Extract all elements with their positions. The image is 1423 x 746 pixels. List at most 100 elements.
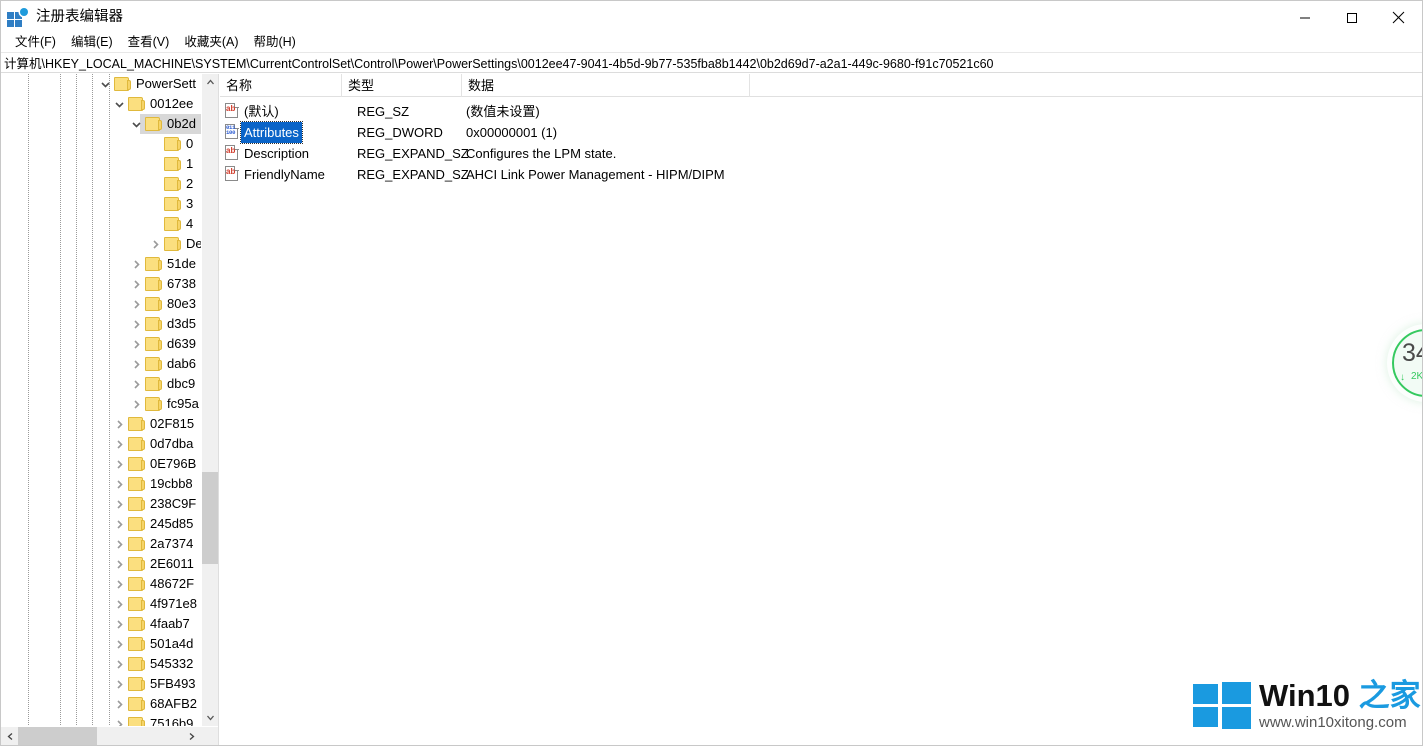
menu-item-edit[interactable]: 编辑(E) — [64, 33, 121, 51]
chevron-right-icon[interactable] — [111, 456, 127, 472]
chevron-right-icon[interactable] — [111, 696, 127, 712]
tree-node[interactable]: 501a4d — [1, 634, 202, 654]
tree-node-label: 6738 — [167, 276, 196, 291]
values-list-pane[interactable]: 名称 类型 数据 ab (默认) REG_SZ (数值未设置) 011 100 Attrib… — [220, 74, 1422, 745]
tree-node[interactable]: 4 — [1, 214, 202, 234]
registry-tree[interactable]: PowerSett 0012ee 0b2d 0 1 2 3 4 De 51de 6738 80e3 d3… — [1, 74, 202, 726]
chevron-right-icon[interactable] — [111, 516, 127, 532]
scroll-right-button[interactable] — [182, 727, 200, 745]
tree-node[interactable]: 6738 — [1, 274, 202, 294]
value-name[interactable]: Attributes — [240, 121, 303, 144]
tree-node[interactable]: dab6 — [1, 354, 202, 374]
chevron-down-icon[interactable] — [111, 96, 127, 112]
menu-item-view[interactable]: 查看(V) — [121, 33, 178, 51]
close-button[interactable] — [1375, 1, 1422, 34]
watermark-text: Win10 之家 www.win10xitong.com — [1259, 679, 1421, 733]
scroll-down-button[interactable] — [202, 709, 219, 726]
tree-node[interactable]: 245d85 — [1, 514, 202, 534]
value-row[interactable]: ab FriendlyName REG_EXPAND_SZ AHCI Link Pow… — [220, 164, 1422, 185]
tree-node[interactable]: 545332 — [1, 654, 202, 674]
menu-item-file[interactable]: 文件(F) — [8, 33, 64, 51]
column-header-type[interactable]: 类型 — [342, 74, 462, 97]
tree-node[interactable]: De — [1, 234, 202, 254]
chevron-right-icon[interactable] — [111, 536, 127, 552]
chevron-right-icon[interactable] — [111, 496, 127, 512]
value-name[interactable]: (默认) — [244, 101, 279, 122]
tree-node[interactable]: 2E6011 — [1, 554, 202, 574]
tree-node[interactable]: 0b2d — [1, 114, 202, 134]
tree-node[interactable]: 51de — [1, 254, 202, 274]
tree-node[interactable]: d3d5 — [1, 314, 202, 334]
maximize-button[interactable] — [1328, 1, 1375, 34]
chevron-right-icon[interactable] — [111, 676, 127, 692]
value-row[interactable]: ab Description REG_EXPAND_SZ Configures the… — [220, 143, 1422, 164]
tree-node[interactable]: PowerSett — [1, 74, 202, 94]
tree-node[interactable]: 80e3 — [1, 294, 202, 314]
chevron-right-icon[interactable] — [128, 356, 144, 372]
tree-node[interactable]: d639 — [1, 334, 202, 354]
tree-horizontal-scrollbar[interactable] — [1, 726, 218, 745]
address-bar[interactable]: 计算机\HKEY_LOCAL_MACHINE\SYSTEM\CurrentCon… — [1, 52, 1422, 73]
column-header-data[interactable]: 数据 — [462, 74, 750, 97]
tree-node[interactable]: 3 — [1, 194, 202, 214]
chevron-right-icon[interactable] — [111, 416, 127, 432]
value-data: 0x00000001 (1) — [466, 125, 558, 140]
tree-node[interactable]: 0d7dba — [1, 434, 202, 454]
tree-node[interactable]: 4faab7 — [1, 614, 202, 634]
menu-item-help[interactable]: 帮助(H) — [246, 33, 303, 51]
chevron-right-icon[interactable] — [111, 656, 127, 672]
tree-node[interactable]: 1 — [1, 154, 202, 174]
tree-vertical-scrollbar[interactable] — [201, 74, 219, 726]
value-name[interactable]: Description — [244, 143, 309, 164]
tree-node-label: 1 — [186, 156, 194, 171]
tree-node[interactable]: 4f971e8 — [1, 594, 202, 614]
tree-node[interactable]: 68AFB2 — [1, 694, 202, 714]
minimize-button[interactable] — [1281, 1, 1328, 34]
chevron-right-icon[interactable] — [111, 436, 127, 452]
chevron-right-icon[interactable] — [128, 296, 144, 312]
registry-tree-pane[interactable]: PowerSett 0012ee 0b2d 0 1 2 3 4 De 51de 6738 80e3 d3… — [1, 74, 218, 726]
tree-node[interactable]: dbc9 — [1, 374, 202, 394]
chevron-right-icon[interactable] — [111, 716, 127, 726]
tree-node[interactable]: 0E796B — [1, 454, 202, 474]
chevron-right-icon[interactable] — [128, 396, 144, 412]
value-row[interactable]: 011 100 Attributes REG_DWORD 0x00000001 (1) — [220, 121, 1422, 144]
tree-node[interactable]: 19cbb8 — [1, 474, 202, 494]
tree-node[interactable]: 0012ee — [1, 94, 202, 114]
tree-vertical-scroll-thumb[interactable] — [202, 472, 219, 564]
chevron-right-icon[interactable] — [128, 376, 144, 392]
chevron-right-icon[interactable] — [128, 336, 144, 352]
chevron-right-icon[interactable] — [111, 616, 127, 632]
chevron-right-icon[interactable] — [147, 236, 163, 252]
chevron-right-icon[interactable] — [111, 636, 127, 652]
value-name[interactable]: FriendlyName — [244, 164, 325, 185]
chevron-right-icon[interactable] — [128, 276, 144, 292]
chevron-down-icon[interactable] — [97, 76, 113, 92]
column-header-name[interactable]: 名称 — [220, 74, 342, 97]
tree-node[interactable]: 2a7374 — [1, 534, 202, 554]
value-row[interactable]: ab (默认) REG_SZ (数值未设置) — [220, 101, 1422, 122]
folder-icon — [145, 397, 162, 411]
tree-node[interactable]: 7516b9 — [1, 714, 202, 726]
chevron-right-icon[interactable] — [111, 576, 127, 592]
chevron-right-icon[interactable] — [128, 256, 144, 272]
tree-node[interactable]: 02F815 — [1, 414, 202, 434]
scroll-left-button[interactable] — [1, 727, 19, 745]
chevron-down-icon[interactable] — [128, 116, 144, 132]
menu-item-favorites[interactable]: 收藏夹(A) — [177, 33, 246, 51]
scroll-up-button[interactable] — [202, 74, 219, 91]
tree-horizontal-scroll-thumb[interactable] — [18, 727, 97, 745]
chevron-right-icon[interactable] — [128, 316, 144, 332]
chevron-right-icon[interactable] — [111, 556, 127, 572]
folder-icon — [164, 157, 181, 171]
tree-node[interactable]: 2 — [1, 174, 202, 194]
title-bar: 注册表编辑器 — [1, 1, 1422, 34]
tree-node[interactable]: 238C9F — [1, 494, 202, 514]
tree-node[interactable]: 5FB493 — [1, 674, 202, 694]
chevron-right-icon[interactable] — [111, 476, 127, 492]
tree-node[interactable]: 48672F — [1, 574, 202, 594]
registry-path[interactable]: 计算机\HKEY_LOCAL_MACHINE\SYSTEM\CurrentCon… — [1, 53, 993, 72]
tree-node[interactable]: fc95a — [1, 394, 202, 414]
tree-node[interactable]: 0 — [1, 134, 202, 154]
chevron-right-icon[interactable] — [111, 596, 127, 612]
